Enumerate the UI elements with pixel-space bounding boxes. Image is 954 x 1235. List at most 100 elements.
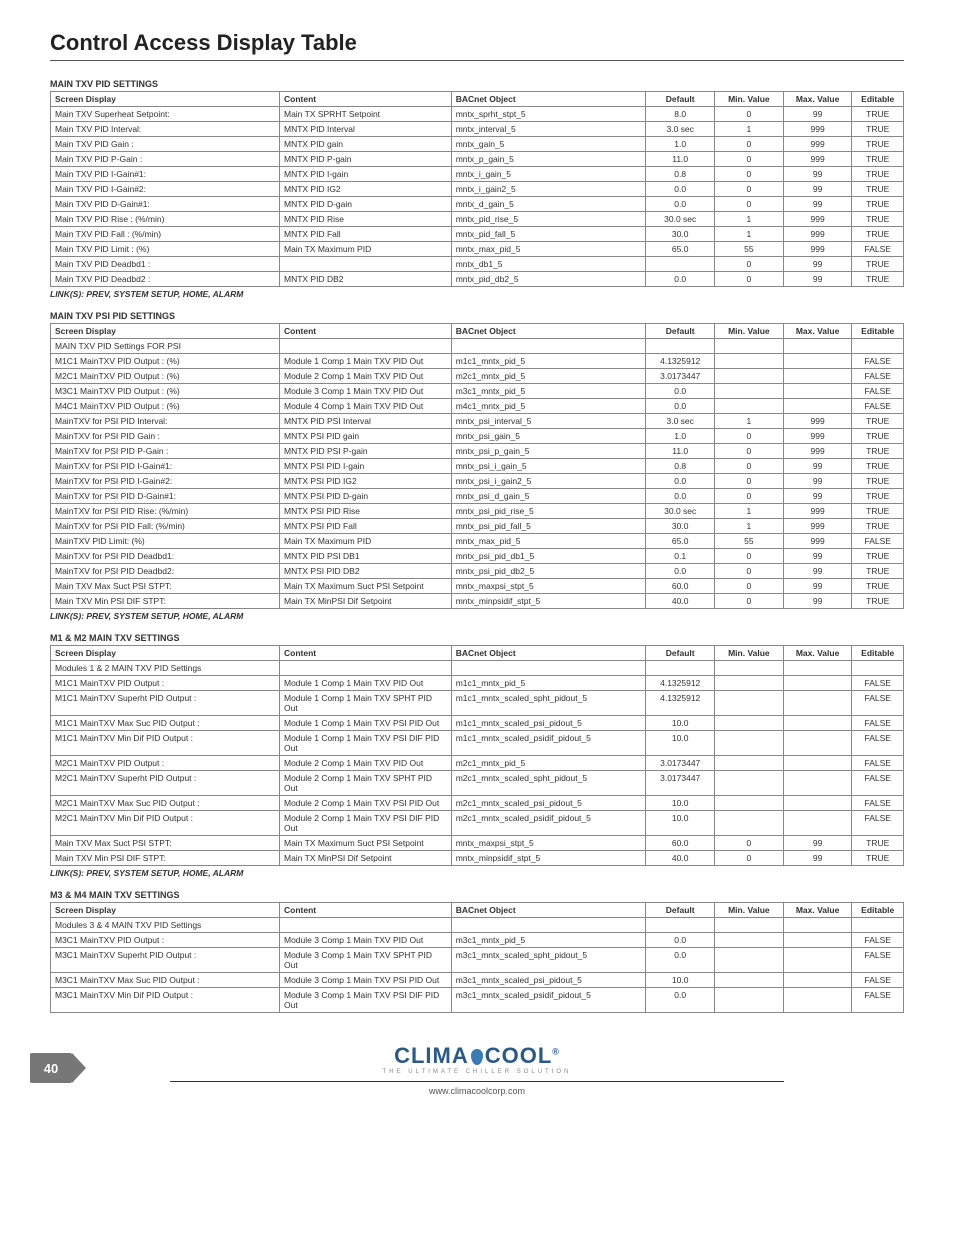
table-row: Main TXV PID Gain :MNTX PID gainmntx_gai… xyxy=(51,137,904,152)
cell: MNTX PID Interval xyxy=(279,122,451,137)
cell: MNTX PID DB2 xyxy=(279,272,451,287)
col-header: Screen Display xyxy=(51,646,280,661)
cell: 0.8 xyxy=(646,167,715,182)
page-number-badge: 40 xyxy=(30,1053,72,1083)
cell: Modules 1 & 2 MAIN TXV PID Settings xyxy=(51,661,280,676)
cell: Module 3 Comp 1 Main TXV PSI DIF PID Out xyxy=(279,988,451,1013)
cell: 999 xyxy=(783,227,852,242)
cell: MainTXV for PSI PID Fall: (%/min) xyxy=(51,519,280,534)
cell: FALSE xyxy=(852,933,904,948)
cell: 40.0 xyxy=(646,594,715,609)
cell: TRUE xyxy=(852,836,904,851)
cell: 999 xyxy=(783,212,852,227)
cell: FALSE xyxy=(852,948,904,973)
cell: m3c1_mntx_scaled_psidif_pidout_5 xyxy=(451,988,646,1013)
col-header: Max. Value xyxy=(783,324,852,339)
cell: m2c1_mntx_scaled_psidif_pidout_5 xyxy=(451,811,646,836)
col-header: Editable xyxy=(852,646,904,661)
cell xyxy=(783,988,852,1013)
cell: Module 3 Comp 1 Main TXV PID Out xyxy=(279,933,451,948)
cell: 0 xyxy=(715,429,784,444)
col-header: BACnet Object xyxy=(451,92,646,107)
table-row: Main TXV PID Deadbd1 :mntx_db1_5099TRUE xyxy=(51,257,904,272)
cell xyxy=(715,716,784,731)
cell: mntx_psi_pid_db2_5 xyxy=(451,564,646,579)
cell: m2c1_mntx_scaled_spht_pidout_5 xyxy=(451,771,646,796)
cell: FALSE xyxy=(852,691,904,716)
cell: TRUE xyxy=(852,489,904,504)
cell: 99 xyxy=(783,257,852,272)
cell: TRUE xyxy=(852,414,904,429)
cell xyxy=(852,918,904,933)
cell: 99 xyxy=(783,167,852,182)
cell xyxy=(715,354,784,369)
cell: 99 xyxy=(783,579,852,594)
cell: TRUE xyxy=(852,579,904,594)
cell: 11.0 xyxy=(646,444,715,459)
cell: mntx_db1_5 xyxy=(451,257,646,272)
table-row: M2C1 MainTXV Superht PID Output :Module … xyxy=(51,771,904,796)
cell: 999 xyxy=(783,429,852,444)
cell: TRUE xyxy=(852,197,904,212)
cell: mntx_minpsidif_stpt_5 xyxy=(451,851,646,866)
table-row: M1C1 MainTXV Superht PID Output :Module … xyxy=(51,691,904,716)
cell: 10.0 xyxy=(646,716,715,731)
cell: mntx_psi_pid_fall_5 xyxy=(451,519,646,534)
cell: 4.1325912 xyxy=(646,691,715,716)
table-row: M3C1 MainTXV Superht PID Output :Module … xyxy=(51,948,904,973)
cell: 65.0 xyxy=(646,534,715,549)
cell: 65.0 xyxy=(646,242,715,257)
cell xyxy=(715,676,784,691)
cell: mntx_psi_pid_db1_5 xyxy=(451,549,646,564)
cell: 999 xyxy=(783,122,852,137)
cell: M2C1 MainTXV PID Output : (%) xyxy=(51,369,280,384)
cell: 1.0 xyxy=(646,429,715,444)
drop-icon xyxy=(471,1049,483,1065)
cell: m3c1_mntx_scaled_spht_pidout_5 xyxy=(451,948,646,973)
cell: m4c1_mntx_pid_5 xyxy=(451,399,646,414)
cell: 1 xyxy=(715,212,784,227)
cell: 0.0 xyxy=(646,564,715,579)
cell: 0 xyxy=(715,257,784,272)
cell: 999 xyxy=(783,414,852,429)
cell: TRUE xyxy=(852,549,904,564)
cell: 30.0 xyxy=(646,519,715,534)
cell xyxy=(715,339,784,354)
cell xyxy=(783,731,852,756)
table-row: M2C1 MainTXV Max Suc PID Output :Module … xyxy=(51,796,904,811)
cell: 1.0 xyxy=(646,137,715,152)
cell: 0.0 xyxy=(646,182,715,197)
table-row: M2C1 MainTXV Min Dif PID Output :Module … xyxy=(51,811,904,836)
cell: MNTX PID P-gain xyxy=(279,152,451,167)
brand-url: www.climacoolcorp.com xyxy=(50,1086,904,1096)
cell xyxy=(783,756,852,771)
col-header: Default xyxy=(646,646,715,661)
cell: 4.1325912 xyxy=(646,354,715,369)
cell xyxy=(715,933,784,948)
col-header: Screen Display xyxy=(51,92,280,107)
table-row: M3C1 MainTXV PID Output : (%)Module 3 Co… xyxy=(51,384,904,399)
cell: 0 xyxy=(715,489,784,504)
cell: FALSE xyxy=(852,973,904,988)
page-title: Control Access Display Table xyxy=(50,30,904,56)
cell: mntx_psi_pid_rise_5 xyxy=(451,504,646,519)
cell: 99 xyxy=(783,594,852,609)
col-header: Min. Value xyxy=(715,324,784,339)
cell xyxy=(715,756,784,771)
cell: Main TXV PID Limit : (%) xyxy=(51,242,280,257)
cell: MainTXV for PSI PID Rise: (%/min) xyxy=(51,504,280,519)
cell: mntx_pid_db2_5 xyxy=(451,272,646,287)
cell: M1C1 MainTXV Min Dif PID Output : xyxy=(51,731,280,756)
table-row: MainTXV PID Limit: (%)Main TX Maximum PI… xyxy=(51,534,904,549)
cell: FALSE xyxy=(852,242,904,257)
cell: TRUE xyxy=(852,182,904,197)
cell: mntx_max_pid_5 xyxy=(451,242,646,257)
cell: 999 xyxy=(783,519,852,534)
cell: m2c1_mntx_pid_5 xyxy=(451,756,646,771)
table-row: MainTXV for PSI PID Rise: (%/min)MNTX PS… xyxy=(51,504,904,519)
cell: 0.0 xyxy=(646,399,715,414)
table-row: Modules 1 & 2 MAIN TXV PID Settings xyxy=(51,661,904,676)
cell: 999 xyxy=(783,152,852,167)
cell: TRUE xyxy=(852,122,904,137)
cell: MNTX PSI PID D-gain xyxy=(279,489,451,504)
